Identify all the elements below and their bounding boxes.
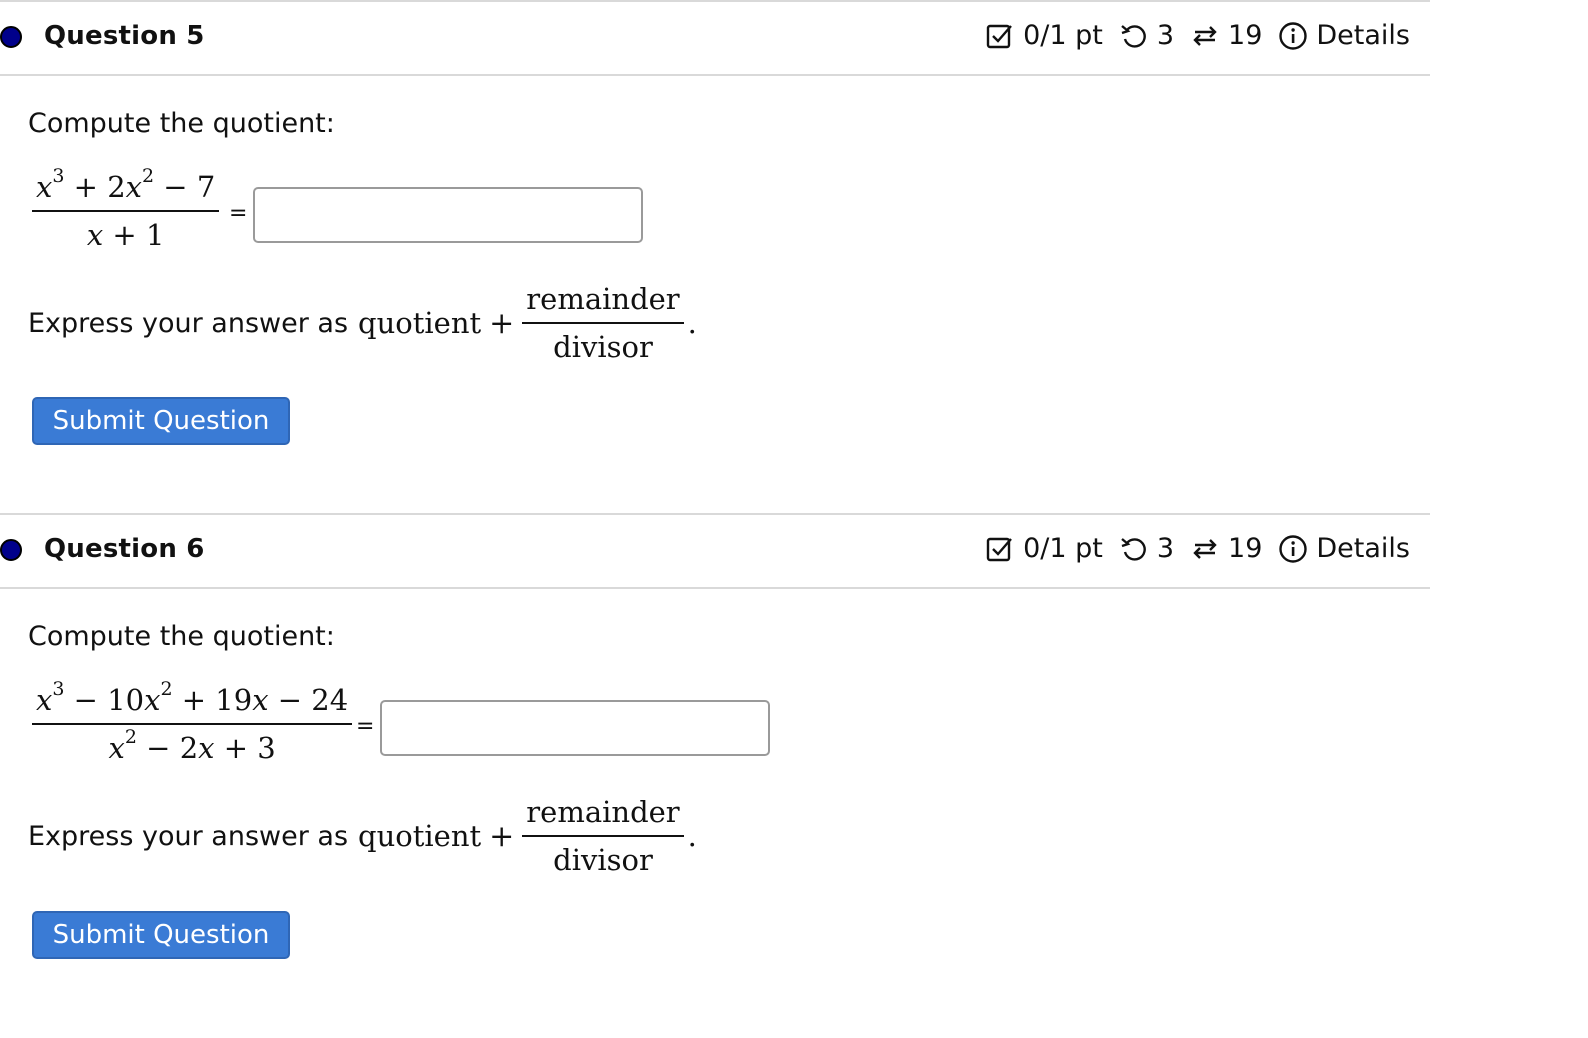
attempts-count: 19: [1228, 533, 1263, 564]
checkbox-score-icon: [985, 21, 1015, 51]
answer-format-hint: Express your answer as quotient + remain…: [28, 795, 697, 877]
score-text: 0/1 pt: [1023, 533, 1103, 564]
question-header: Question 6 0/1 pt 3 19 Details: [0, 515, 1430, 587]
question-meta: 0/1 pt 3 19 Details: [985, 20, 1410, 51]
divider: [0, 74, 1430, 76]
details-link[interactable]: Details: [1316, 20, 1410, 51]
question-5: Question 5 0/1 pt 3 19 Details Compute t…: [0, 0, 1430, 510]
answer-format-hint: Express your answer as quotient + remain…: [28, 282, 697, 364]
question-meta: 0/1 pt 3 19 Details: [985, 533, 1410, 564]
details-link[interactable]: Details: [1316, 533, 1410, 564]
equals-sign: =: [356, 714, 375, 739]
attempts-icon: [1190, 21, 1220, 51]
checkbox-score-icon: [985, 534, 1015, 564]
retry-icon[interactable]: [1119, 534, 1149, 564]
quotient-word: quotient: [358, 306, 482, 340]
plus-sign: +: [489, 818, 515, 854]
hint-label: Express your answer as: [28, 820, 349, 852]
fraction-denominator: x + 1: [86, 218, 165, 252]
score-text: 0/1 pt: [1023, 20, 1103, 51]
divisor-word: divisor: [553, 843, 653, 877]
plus-sign: +: [489, 305, 515, 341]
status-dot: [0, 539, 22, 561]
dividend-fraction: x3 + 2x2 − 7 x + 1: [32, 165, 220, 252]
answer-input[interactable]: [253, 187, 643, 243]
remainder-word: remainder: [526, 282, 680, 316]
period: .: [687, 306, 697, 340]
answer-input[interactable]: [380, 700, 770, 756]
divider: [0, 587, 1430, 589]
retries-count: 3: [1156, 533, 1175, 564]
submit-button[interactable]: Submit Question: [32, 397, 290, 445]
question-title: Question 5: [44, 21, 205, 51]
remainder-divisor-fraction: remainder divisor: [522, 795, 684, 877]
quotient-word: quotient: [358, 819, 482, 853]
question-prompt: Compute the quotient:: [28, 108, 335, 139]
attempts-icon: [1190, 534, 1220, 564]
hint-label: Express your answer as: [28, 307, 349, 339]
question-header: Question 5 0/1 pt 3 19 Details: [0, 2, 1430, 74]
remainder-divisor-fraction: remainder divisor: [522, 282, 684, 364]
period: .: [687, 819, 697, 853]
question-6: Question 6 0/1 pt 3 19 Details Compute t…: [0, 513, 1430, 1038]
fraction-numerator: x3 + 2x2 − 7: [36, 165, 216, 204]
equals-sign: =: [229, 201, 248, 226]
attempts-count: 19: [1228, 20, 1263, 51]
info-icon[interactable]: [1278, 21, 1308, 51]
question-title: Question 6: [44, 534, 205, 564]
fraction-numerator: x3 − 10x2 + 19x − 24: [36, 678, 349, 717]
status-dot: [0, 26, 22, 48]
submit-button[interactable]: Submit Question: [32, 911, 290, 959]
retry-icon[interactable]: [1119, 21, 1149, 51]
info-icon[interactable]: [1278, 534, 1308, 564]
fraction-denominator: x2 − 2x + 3: [108, 726, 276, 765]
remainder-word: remainder: [526, 795, 680, 829]
question-prompt: Compute the quotient:: [28, 621, 335, 652]
dividend-fraction: x3 − 10x2 + 19x − 24 x2 − 2x + 3: [32, 678, 353, 765]
divisor-word: divisor: [553, 330, 653, 364]
retries-count: 3: [1156, 20, 1175, 51]
